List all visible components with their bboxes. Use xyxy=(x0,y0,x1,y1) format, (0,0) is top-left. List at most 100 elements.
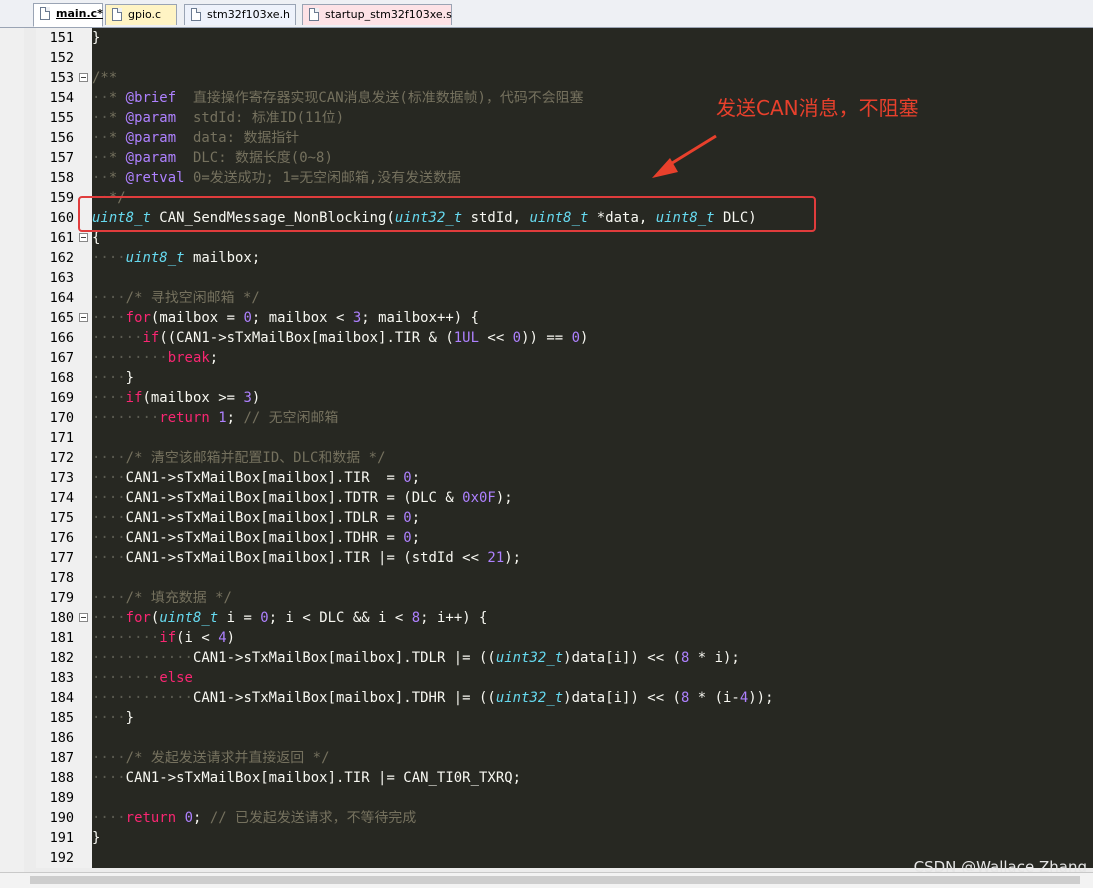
code-line[interactable]: 177 ····CAN1->sTxMailBox[mailbox].TIR |= … xyxy=(36,548,1093,568)
code-token: uint8_t xyxy=(125,250,185,266)
code-line[interactable]: 171 xyxy=(36,428,1093,448)
code-token: } xyxy=(92,30,101,46)
line-number: 178 xyxy=(49,570,74,586)
code-line[interactable]: 166 ······if((CAN1->sTxMailBox[mailbox].T… xyxy=(36,328,1093,348)
code-line[interactable]: 156 ··* @param data: 数据指针 xyxy=(36,128,1093,148)
code-line[interactable]: 164 ····/* 寻找空闲邮箱 */ xyxy=(36,288,1093,308)
line-number: 161 xyxy=(49,230,74,246)
code-line[interactable]: 152 xyxy=(36,48,1093,68)
code-token: 0 xyxy=(403,530,412,546)
code-line[interactable]: 155 ··* @param stdId: 标准ID(11位) xyxy=(36,108,1093,128)
code-line[interactable]: 190 ····return 0; // 已发起发送请求，不等待完成 xyxy=(36,808,1093,828)
tab-label: main.c* xyxy=(56,7,103,20)
code-token: { xyxy=(92,230,101,246)
code-line[interactable]: 169 ····if(mailbox >= 3) xyxy=(36,388,1093,408)
code-token: } xyxy=(125,370,135,386)
code-line[interactable]: 179 ····/* 填充数据 */ xyxy=(36,588,1093,608)
code-token: ···· xyxy=(92,390,126,406)
line-number: 151 xyxy=(49,30,74,46)
code-line[interactable]: 162 ····uint8_t mailbox; xyxy=(36,248,1093,268)
code-token: @param xyxy=(125,110,177,126)
code-token: ) xyxy=(251,390,261,406)
code-line[interactable]: 181 ········if(i < 4) xyxy=(36,628,1093,648)
line-number: 166 xyxy=(49,330,74,346)
horizontal-scrollbar[interactable] xyxy=(0,872,1093,888)
code-token: @param xyxy=(125,150,177,166)
code-line[interactable]: 188 ····CAN1->sTxMailBox[mailbox].TIR |= … xyxy=(36,768,1093,788)
code-line[interactable]: 183 ········else xyxy=(36,668,1093,688)
code-line[interactable]: 187 ····/* 发起发送请求并直接返回 */ xyxy=(36,748,1093,768)
code-line[interactable]: 172 ····/* 清空该邮箱并配置ID、DLC和数据 */ xyxy=(36,448,1093,468)
code-line[interactable]: 176 ····CAN1->sTxMailBox[mailbox].TDHR = … xyxy=(36,528,1093,548)
code-token: if xyxy=(159,630,177,646)
code-token: @param xyxy=(125,130,177,146)
code-token: CAN1->sTxMailBox[mailbox].TDTR = (DLC & xyxy=(125,490,463,506)
code-token: ; mailbox++) { xyxy=(361,310,480,326)
code-line[interactable]: 191} xyxy=(36,828,1093,848)
code-line[interactable]: 189 xyxy=(36,788,1093,808)
code-line[interactable]: 157 ··* @param DLC: 数据长度(0~8) xyxy=(36,148,1093,168)
code-line[interactable]: 180 ····for(uint8_t i = 0; i < DLC && i <… xyxy=(36,608,1093,628)
fold-toggle-icon[interactable] xyxy=(79,313,88,322)
line-number: 189 xyxy=(49,790,74,806)
code-line[interactable]: 182 ············CAN1->sTxMailBox[mailbox]… xyxy=(36,648,1093,668)
tab-stm32f103xe-h[interactable]: stm32f103xe.h xyxy=(184,4,296,25)
code-text: ····/* 发起发送请求并直接返回 */ xyxy=(92,748,329,768)
code-line[interactable]: 175 ····CAN1->sTxMailBox[mailbox].TDLR = … xyxy=(36,508,1093,528)
code-token: 3 xyxy=(352,310,362,326)
fold-toggle-icon[interactable] xyxy=(79,613,88,622)
code-line[interactable]: 178 xyxy=(36,568,1093,588)
annotation-text: 发送CAN消息，不阻塞 xyxy=(716,96,919,120)
tab-label: startup_stm32f103xe.s xyxy=(325,8,452,21)
code-token: 21 xyxy=(487,550,505,566)
code-text: ····/* 清空该邮箱并配置ID、DLC和数据 */ xyxy=(92,448,386,468)
code-text: ····CAN1->sTxMailBox[mailbox].TDTR = (DL… xyxy=(92,488,513,508)
code-line[interactable]: 167 ·········break; xyxy=(36,348,1093,368)
code-token: 0 xyxy=(403,510,412,526)
code-token: ; xyxy=(226,410,244,426)
code-token: for xyxy=(125,610,151,626)
code-line[interactable]: 185 ····} xyxy=(36,708,1093,728)
code-line[interactable]: 170 ········return 1; // 无空闲邮箱 xyxy=(36,408,1093,428)
tab-gpio-c[interactable]: gpio.c xyxy=(105,4,177,25)
code-token: CAN1->sTxMailBox[mailbox].TIR |= CAN_TI0… xyxy=(125,770,522,786)
line-number: 152 xyxy=(49,50,74,66)
code-line[interactable]: 173 ····CAN1->sTxMailBox[mailbox].TIR = 0… xyxy=(36,468,1093,488)
code-token: 1UL xyxy=(453,330,480,346)
line-number: 170 xyxy=(49,410,74,426)
code-token: ···· xyxy=(92,750,126,766)
fold-toggle-icon[interactable] xyxy=(79,73,88,82)
code-token: * xyxy=(108,130,126,146)
code-line[interactable]: 174 ····CAN1->sTxMailBox[mailbox].TDTR = … xyxy=(36,488,1093,508)
code-line[interactable]: 151} xyxy=(36,28,1093,48)
code-token: ; xyxy=(192,810,210,826)
code-line[interactable]: 184 ············CAN1->sTxMailBox[mailbox]… xyxy=(36,688,1093,708)
code-token: ···· xyxy=(92,590,126,606)
code-line[interactable]: 153 /** xyxy=(36,68,1093,88)
code-token: /* 清空该邮箱并配置ID、DLC和数据 */ xyxy=(125,450,386,466)
fold-toggle-icon[interactable] xyxy=(79,233,88,242)
code-line[interactable]: 186 xyxy=(36,728,1093,748)
code-line[interactable]: 168 ····} xyxy=(36,368,1093,388)
file-icon xyxy=(112,8,122,21)
scrollbar-thumb[interactable] xyxy=(30,876,1080,884)
code-token: ·· xyxy=(92,90,109,106)
line-number: 162 xyxy=(49,250,74,266)
tab-startup-s[interactable]: startup_stm32f103xe.s xyxy=(302,4,452,25)
code-token: // 无空闲邮箱 xyxy=(243,410,339,426)
code-text: ············CAN1->sTxMailBox[mailbox].TD… xyxy=(92,688,774,708)
tab-main-c[interactable]: main.c* xyxy=(33,3,103,27)
code-line[interactable]: 158 ··* @retval 0=发送成功; 1=无空闲邮箱,没有发送数据 xyxy=(36,168,1093,188)
code-token: )); xyxy=(748,690,774,706)
code-line[interactable]: 163 xyxy=(36,268,1093,288)
line-number: 177 xyxy=(49,550,74,566)
code-token: /* 填充数据 */ xyxy=(125,590,232,606)
code-token: ); xyxy=(495,490,513,506)
code-editor[interactable]: 151} 152 153/** 154 ··* @brief 直接操作寄存器实现CAN消… xyxy=(36,28,1093,868)
code-line[interactable]: 165 ····for(mailbox = 0; mailbox < 3; mai… xyxy=(36,308,1093,328)
code-text: ····for(uint8_t i = 0; i < DLC && i < 8;… xyxy=(92,608,487,628)
code-token: CAN1->sTxMailBox[mailbox].TDHR = xyxy=(125,530,404,546)
code-line[interactable]: 154 ··* @brief 直接操作寄存器实现CAN消息发送(标准数据帧)，代码… xyxy=(36,88,1093,108)
code-token: )data[i]) << ( xyxy=(563,650,681,666)
code-text: ········if(i < 4) xyxy=(92,628,235,648)
